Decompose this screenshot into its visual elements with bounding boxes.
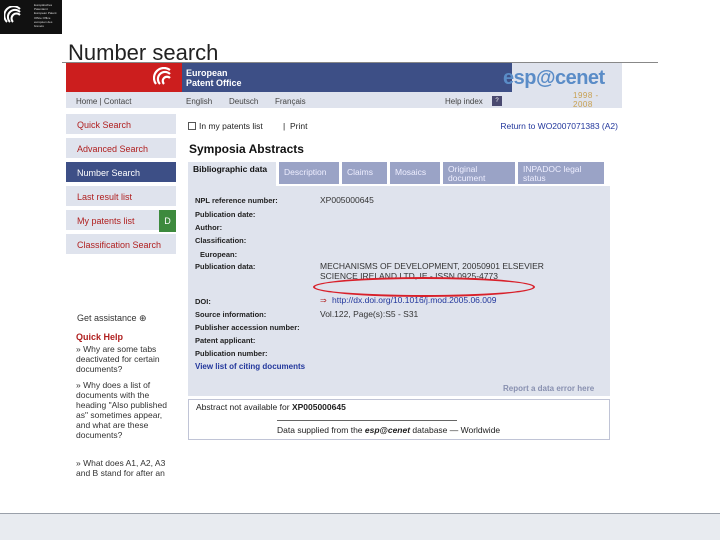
pubdata-label: Publication data: xyxy=(195,262,256,271)
abstract-note-prefix: Abstract not available for xyxy=(196,402,290,412)
npl-value: XP005000645 xyxy=(320,195,374,205)
nav-my-patents-label: My patents list xyxy=(77,216,135,226)
nav-number-search[interactable]: Number Search xyxy=(66,162,176,184)
quick-help-heading: Quick Help xyxy=(76,332,124,342)
data-supplied-note: Data supplied from the esp@cenet databas… xyxy=(277,425,500,435)
lang-francais-link[interactable]: Français xyxy=(275,97,306,106)
lang-english-link[interactable]: English xyxy=(186,97,212,106)
epo-corner-logo: Europäisches Patentamt European Patent O… xyxy=(0,0,62,34)
source-label: Source information: xyxy=(195,310,267,319)
document-title: Symposia Abstracts xyxy=(189,142,304,156)
return-link[interactable]: Return to WO2007071383 (A2) xyxy=(500,121,618,131)
print-link[interactable]: Print xyxy=(290,121,307,131)
classification-label: Classification: xyxy=(195,236,247,245)
site-header: European Patent Office esp@cenet 1998 - … xyxy=(66,63,622,109)
doc-toolbar: In my patents list | Print Return to WO2… xyxy=(188,120,618,134)
org-name: European Patent Office xyxy=(186,68,242,88)
lang-deutsch-link[interactable]: Deutsch xyxy=(229,97,258,106)
supplied-db: esp@cenet xyxy=(364,425,411,435)
home-contact-link[interactable]: Home | Contact xyxy=(76,97,131,106)
corner-logo-text: Europäisches Patentamt European Patent O… xyxy=(34,3,57,29)
report-error-link[interactable]: Report a data error here xyxy=(503,384,594,393)
tab-description[interactable]: Description xyxy=(279,162,339,184)
espacenet-logo[interactable]: esp@cenet 1998 - 2008 xyxy=(503,65,618,109)
sidebar: Quick Search Advanced Search Number Sear… xyxy=(66,112,176,477)
doi-label: DOI: xyxy=(195,297,211,306)
author-label: Author: xyxy=(195,223,223,232)
nav-my-patents-list[interactable]: My patents list D xyxy=(66,210,176,232)
espacenet-screenshot: European Patent Office esp@cenet 1998 - … xyxy=(66,63,622,477)
patent-applicant-label: Patent applicant: xyxy=(195,336,256,345)
citing-documents-link[interactable]: View list of citing documents xyxy=(195,362,305,371)
supplied-suffix: database — Worldwide xyxy=(412,425,501,435)
tab-original-document[interactable]: Original document xyxy=(443,162,515,184)
abstract-box: Abstract not available for XP005000645 D… xyxy=(188,399,610,440)
doi-highlight-ring xyxy=(313,277,535,297)
in-my-patents-label[interactable]: In my patents list xyxy=(199,121,263,131)
slide-footer-bar xyxy=(0,513,720,540)
org-name-line2: Patent Office xyxy=(186,78,242,88)
epo-logo-icon xyxy=(153,67,171,85)
nav-advanced-search[interactable]: Advanced Search xyxy=(66,138,176,160)
npl-label: NPL reference number: xyxy=(195,196,278,205)
toolbar-separator: | xyxy=(283,121,286,131)
epo-logo-icon xyxy=(4,6,21,23)
nav-quick-search[interactable]: Quick Search xyxy=(66,114,176,136)
abstract-note: Abstract not available for XP005000645 xyxy=(196,402,346,412)
main-content: In my patents list | Print Return to WO2… xyxy=(184,112,622,477)
tab-mosaics[interactable]: Mosaics xyxy=(390,162,440,184)
tab-bibliographic-data[interactable]: Bibliographic data xyxy=(188,162,276,186)
nav-classification-search[interactable]: Classification Search xyxy=(66,234,176,256)
european-label: European: xyxy=(200,250,238,259)
tab-inpadoc-legal-status[interactable]: INPADOC legal status xyxy=(518,162,604,184)
publication-number-label: Publication number: xyxy=(195,349,268,358)
quick-help-item[interactable]: » Why are some tabs deactivated for cert… xyxy=(76,344,178,374)
abstract-divider xyxy=(277,420,457,421)
abstract-note-id: XP005000645 xyxy=(291,402,346,412)
help-index-link[interactable]: Help index xyxy=(445,97,483,106)
help-button[interactable]: ? xyxy=(492,96,502,106)
nav-last-result-list[interactable]: Last result list xyxy=(66,186,176,208)
org-name-line1: European xyxy=(186,68,228,78)
my-patents-checkbox[interactable] xyxy=(188,122,196,130)
pubdate-label: Publication date: xyxy=(195,210,256,219)
get-assistance-link[interactable]: Get assistance ⊕ xyxy=(77,313,147,324)
external-link-icon: ⇒ xyxy=(320,296,327,305)
brand-name: esp@cenet xyxy=(503,67,605,89)
quick-help-item[interactable]: » Why does a list of documents with the … xyxy=(76,380,178,440)
supplied-prefix: Data supplied from the xyxy=(277,425,363,435)
publisher-accession-label: Publisher accession number: xyxy=(195,323,300,332)
tab-claims[interactable]: Claims xyxy=(342,162,387,184)
source-value: Vol.122, Page(s):S5 - S31 xyxy=(320,309,419,319)
quick-help-item[interactable]: » What does A1, A2, A3 and B stand for a… xyxy=(76,458,178,477)
brand-years: 1998 - 2008 xyxy=(573,91,599,109)
my-patents-add-icon[interactable]: D xyxy=(159,210,176,232)
